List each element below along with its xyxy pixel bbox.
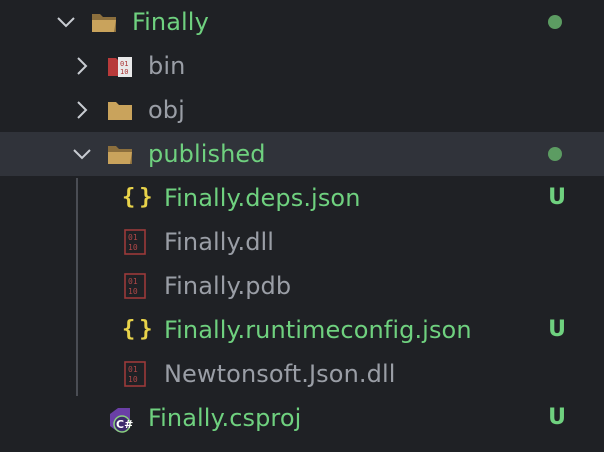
modified-status-dot: [548, 15, 562, 29]
svg-text:10: 10: [120, 68, 128, 76]
tree-item-file[interactable]: 01 10 Finally.pdb: [0, 264, 604, 308]
tree-item-label: Finally.dll: [164, 228, 275, 256]
folder-icon: [106, 96, 134, 124]
svg-text:01: 01: [120, 60, 128, 68]
tree-item-label: Finally.runtimeconfig.json: [164, 316, 472, 344]
tree-item-csproj-file[interactable]: C# Finally.csproj U: [0, 396, 604, 440]
tree-item-label: Finally.pdb: [164, 272, 292, 300]
untracked-status-badge: U: [548, 185, 566, 210]
file-explorer-tree: Finally 01 10 bin obj published {} Final…: [0, 0, 604, 452]
chevron-down-icon[interactable]: [56, 12, 76, 32]
chevron-right-icon[interactable]: [72, 56, 92, 76]
json-braces-icon: {}: [122, 317, 157, 342]
tree-item-file[interactable]: 01 10 Newtonsoft.Json.dll: [0, 352, 604, 396]
tree-item-obj-folder[interactable]: obj: [0, 88, 604, 132]
tree-item-label: published: [148, 140, 266, 168]
tree-item-label: bin: [148, 52, 186, 80]
tree-item-file[interactable]: {} Finally.deps.json U: [0, 176, 604, 220]
svg-text:10: 10: [128, 243, 138, 252]
json-braces-icon: {}: [122, 185, 157, 210]
svg-text:01: 01: [128, 277, 138, 286]
tree-item-file[interactable]: {} Finally.runtimeconfig.json U: [0, 308, 604, 352]
tree-item-bin-folder[interactable]: 01 10 bin: [0, 44, 604, 88]
svg-text:10: 10: [128, 287, 138, 296]
tree-item-label: Finally: [132, 8, 209, 36]
svg-text:01: 01: [128, 365, 138, 374]
svg-text:01: 01: [128, 233, 138, 242]
untracked-status-badge: U: [548, 405, 566, 430]
tree-item-label: Finally.deps.json: [164, 184, 361, 212]
tree-item-label: Newtonsoft.Json.dll: [164, 360, 396, 388]
binary-file-icon: 01 10: [122, 360, 150, 388]
folder-open-icon: [90, 8, 118, 36]
tree-item-label: Finally.csproj: [148, 404, 302, 432]
tree-item-file[interactable]: 01 10 Finally.dll: [0, 220, 604, 264]
chevron-right-icon[interactable]: [72, 100, 92, 120]
binary-file-icon: 01 10: [122, 228, 150, 256]
binary-folder-icon: 01 10: [106, 52, 134, 80]
tree-item-published-folder[interactable]: published: [0, 132, 604, 176]
untracked-status-badge: U: [548, 317, 566, 342]
folder-open-icon: [106, 140, 134, 168]
csharp-project-icon: C#: [106, 404, 134, 433]
chevron-down-icon[interactable]: [72, 144, 92, 164]
binary-file-icon: 01 10: [122, 272, 150, 300]
svg-text:C#: C#: [116, 418, 133, 431]
tree-item-label: obj: [148, 96, 185, 124]
modified-status-dot: [548, 147, 562, 161]
svg-text:10: 10: [128, 375, 138, 384]
tree-item-finally-folder[interactable]: Finally: [0, 0, 604, 44]
